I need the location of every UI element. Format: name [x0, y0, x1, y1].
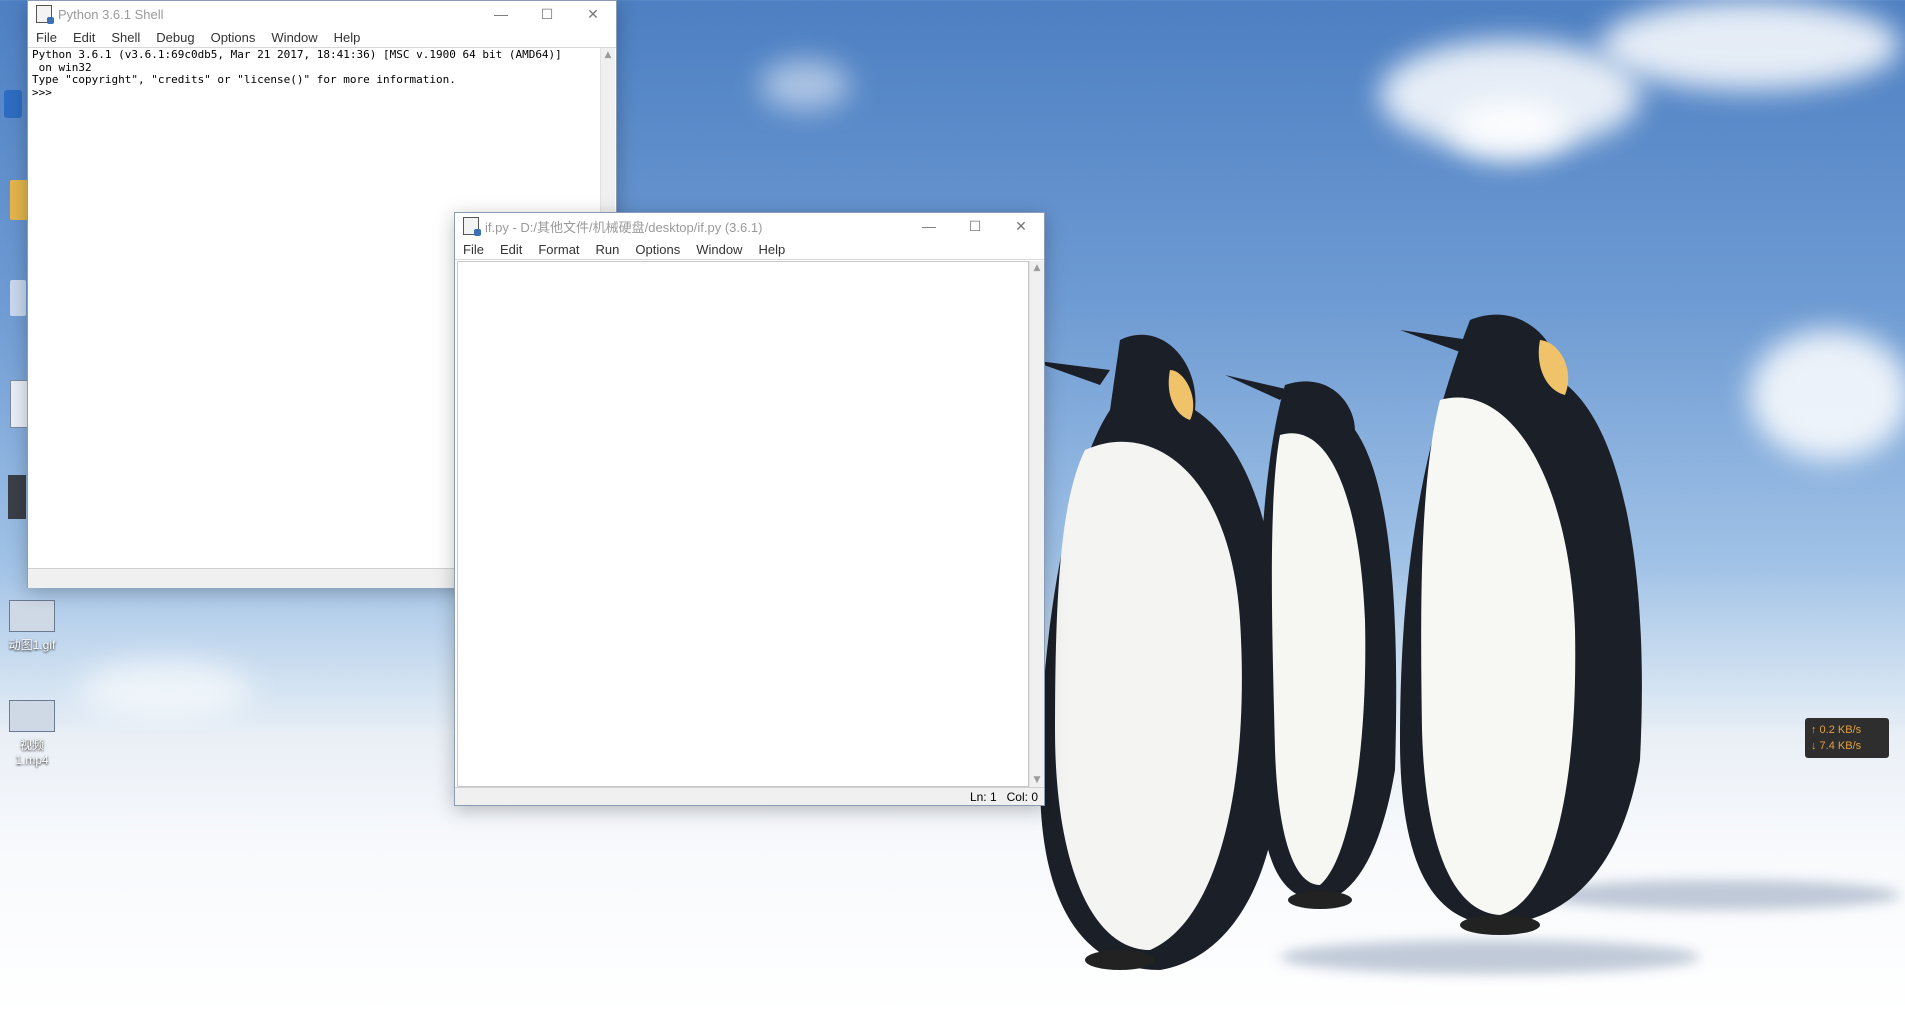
scroll-up-arrow-icon[interactable]: ▲	[1030, 261, 1044, 275]
maximize-button[interactable]: ☐	[524, 1, 570, 27]
desktop-icon-label: 视频1.mp4	[15, 738, 49, 767]
maximize-button[interactable]: ☐	[952, 213, 998, 239]
download-speed: ↓ 7.4 KB/s	[1811, 740, 1862, 752]
penguin-left	[1030, 334, 1283, 971]
desktop-icons-partial	[0, 80, 28, 530]
folder-icon[interactable]	[10, 180, 28, 220]
menu-window[interactable]: Window	[696, 242, 742, 257]
python-file-icon	[463, 217, 481, 236]
menu-options[interactable]: Options	[635, 242, 680, 257]
cloud	[1750, 330, 1905, 460]
python-file-icon[interactable]	[8, 475, 26, 519]
document-icon[interactable]	[10, 380, 28, 428]
network-speed-widget[interactable]: ↑ 0.2 KB/s ↓ 7.4 KB/s	[1805, 718, 1889, 758]
desktop-icon-gif[interactable]: 动图1.gif	[4, 600, 60, 653]
penguins-illustration	[1030, 314, 1642, 971]
desktop-icon-video[interactable]: 视频1.mp4	[4, 700, 60, 767]
line-number: Ln: 1	[969, 789, 997, 804]
menu-format[interactable]: Format	[538, 242, 579, 257]
editor-window: if.py - D:/其他文件/机械硬盘/desktop/if.py (3.6.…	[454, 212, 1045, 806]
column-number: Col: 0	[1006, 789, 1038, 804]
cloud	[760, 60, 850, 110]
menu-debug[interactable]: Debug	[156, 30, 194, 45]
editor-statusbar: Ln: 1 Col: 0	[455, 787, 1044, 805]
minimize-button[interactable]: —	[906, 213, 952, 239]
scroll-up-arrow-icon[interactable]: ▲	[601, 48, 615, 62]
code-editor[interactable]	[457, 261, 1029, 787]
menu-shell[interactable]: Shell	[111, 30, 140, 45]
desktop-icon-partial[interactable]	[4, 90, 22, 118]
window-title: Python 3.6.1 Shell	[58, 6, 164, 22]
cloud	[80, 660, 250, 720]
editor-scrollbar[interactable]: ▲ ▼	[1029, 261, 1044, 787]
shell-menubar: File Edit Shell Debug Options Window Hel…	[28, 27, 616, 48]
menu-edit[interactable]: Edit	[500, 242, 522, 257]
editor-menubar: File Edit Format Run Options Window Help	[455, 239, 1044, 260]
menu-edit[interactable]: Edit	[73, 30, 95, 45]
image-file-icon	[9, 600, 55, 632]
upload-speed: ↑ 0.2 KB/s	[1811, 724, 1862, 736]
menu-file[interactable]: File	[36, 30, 57, 45]
menu-help[interactable]: Help	[758, 242, 785, 257]
desktop-icon-label: 动图1.gif	[8, 638, 56, 652]
video-file-icon	[9, 700, 55, 732]
scroll-down-arrow-icon[interactable]: ▼	[1030, 773, 1044, 787]
close-button[interactable]: ✕	[998, 213, 1044, 239]
recycle-bin-icon[interactable]	[10, 280, 26, 316]
cloud	[1600, 0, 1900, 90]
editor-titlebar[interactable]: if.py - D:/其他文件/机械硬盘/desktop/if.py (3.6.…	[455, 213, 1044, 239]
menu-run[interactable]: Run	[596, 242, 620, 257]
cloud	[1450, 100, 1570, 160]
menu-options[interactable]: Options	[211, 30, 256, 45]
menu-help[interactable]: Help	[334, 30, 361, 45]
shell-titlebar[interactable]: Python 3.6.1 Shell — ☐ ✕	[28, 1, 616, 27]
menu-window[interactable]: Window	[271, 30, 317, 45]
window-title: if.py - D:/其他文件/机械硬盘/desktop/if.py (3.6.…	[485, 219, 763, 235]
menu-file[interactable]: File	[463, 242, 484, 257]
penguin-right	[1400, 314, 1642, 935]
minimize-button[interactable]: —	[478, 1, 524, 27]
close-button[interactable]: ✕	[570, 1, 616, 27]
python-idle-icon	[36, 5, 54, 24]
